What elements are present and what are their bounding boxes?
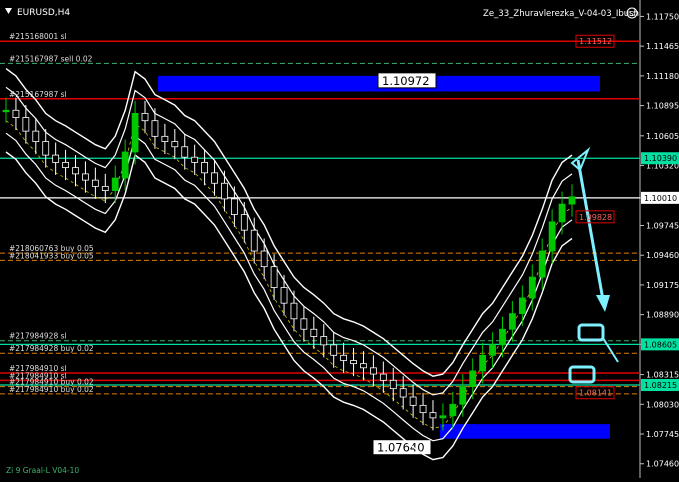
price-tick-label: 1.09175	[646, 281, 679, 290]
candle-body	[270, 266, 278, 288]
order-level-label: #217984928 buy 0.02	[9, 344, 94, 353]
candle-body	[250, 229, 258, 252]
candle-body	[439, 415, 447, 419]
order-level-label: #215167987 sell 0.02	[9, 54, 93, 63]
candle-body	[191, 156, 199, 163]
order-level-label: #215168001 sl	[9, 32, 67, 41]
order-level-label: #217984910 buy 0.02	[9, 385, 94, 394]
candle-body	[360, 363, 367, 369]
price-tick-label: 1.08315	[646, 371, 679, 380]
candle-body	[528, 276, 536, 299]
candle-body	[201, 162, 208, 174]
candle-body	[300, 318, 308, 330]
price-tag-label: 1.09828	[579, 213, 612, 222]
price-tick-label: 1.07745	[646, 430, 679, 439]
candle-body	[131, 112, 139, 153]
candle-body	[558, 203, 566, 223]
candle-body	[548, 221, 556, 252]
chart-window[interactable]: #215168001 sl #215167987 sell 0.02 #215167…	[0, 0, 679, 478]
candle-body	[499, 328, 506, 346]
price-tick-label: 1.10605	[646, 132, 679, 141]
order-level-label: #217984928 sl	[9, 332, 67, 341]
candle-body	[211, 172, 218, 184]
candle-body	[240, 214, 248, 231]
chart-background	[0, 0, 679, 478]
candle-body	[370, 367, 377, 375]
candle-body	[161, 135, 169, 142]
candle-body	[568, 196, 576, 205]
order-level-label: #218041933 buy 0.05	[9, 251, 94, 260]
candle-body	[151, 120, 159, 137]
price-tick-label: 1.08890	[646, 311, 679, 320]
price-tick-label: 1.07460	[646, 460, 679, 469]
price-tick-label: 1.10895	[646, 102, 679, 111]
price-tick-label: 1.11180	[646, 72, 679, 81]
candle-body	[91, 179, 99, 187]
footer-label: Zi 9 Graal-L V04-10	[6, 466, 79, 475]
candle-body	[459, 386, 467, 405]
candle-body	[230, 198, 238, 215]
candle-body	[12, 109, 20, 118]
candle-body	[489, 344, 496, 356]
candle-body	[469, 370, 477, 387]
candle-body	[320, 336, 328, 346]
candle-body	[171, 141, 179, 148]
candle-body	[181, 146, 189, 158]
price-tick-label: 1.08030	[646, 400, 679, 409]
candle-body	[82, 173, 89, 181]
price-highlight-label: 1.08605	[644, 340, 677, 349]
candle-body	[111, 177, 119, 191]
price-tick-label: 1.09460	[646, 251, 679, 260]
blue-zone	[440, 424, 610, 439]
price-tag-label: 1.11512	[579, 37, 612, 46]
candle-body	[379, 373, 387, 381]
candle-body	[290, 302, 298, 320]
candle-body	[399, 388, 407, 398]
candle-body	[429, 412, 437, 419]
price-highlight-label: 1.10010	[644, 194, 677, 203]
price-tick-label: 1.09745	[646, 221, 679, 230]
candle-body	[419, 404, 427, 414]
candle-body	[52, 154, 60, 163]
candle-body	[32, 130, 40, 142]
candle-body	[2, 109, 10, 113]
candle-body	[22, 117, 30, 132]
candle-body	[330, 344, 338, 356]
price-highlight-label: 1.10390	[644, 154, 677, 163]
candle-body	[72, 167, 79, 175]
candle-body	[42, 141, 50, 156]
candle-body	[221, 182, 228, 200]
candle-body	[280, 287, 288, 304]
zone-label: 1.10972	[382, 74, 430, 88]
price-tick-label: 1.11750	[646, 12, 679, 21]
price-highlight-label: 1.08215	[644, 381, 677, 390]
indicator-title: Ze_33_Zhuravlerezka_V-04-03_Ibush	[483, 9, 639, 19]
candle-body	[389, 379, 397, 390]
candle-body	[449, 403, 457, 417]
price-tag-label: 1.08141	[579, 389, 612, 398]
zone-label: 1.07640	[377, 441, 425, 455]
candle-body	[310, 328, 318, 337]
candle-body	[141, 112, 149, 122]
candle-body	[538, 250, 546, 278]
price-chart[interactable]: #215168001 sl#215167987 sell 0.02#215167…	[0, 0, 679, 478]
candle-body	[509, 313, 516, 330]
candle-body	[121, 151, 129, 179]
candle-body	[62, 162, 69, 169]
candle-body	[479, 354, 487, 372]
symbol-title: EURUSD,H4	[17, 8, 70, 18]
candle-body	[340, 354, 348, 361]
candle-body	[350, 360, 357, 365]
candle-body	[260, 250, 268, 268]
candle-body	[518, 297, 526, 314]
candle-body	[101, 185, 109, 191]
price-tick-label: 1.11465	[646, 42, 679, 51]
candle-body	[409, 396, 417, 406]
